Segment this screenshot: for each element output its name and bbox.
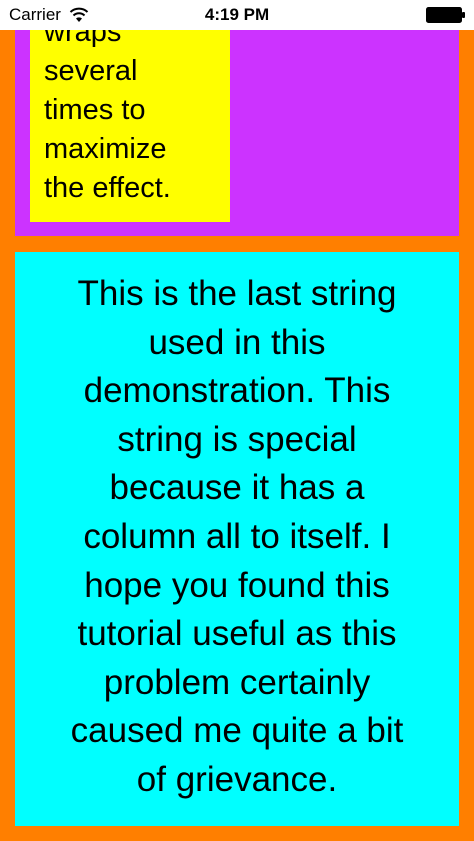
top-cell: wraps several times to maximize the effe… [15,30,459,236]
last-string-text: This is the last string used in this dem… [70,274,404,799]
bottom-cell: This is the last string used in this dem… [15,252,459,826]
status-time: 4:19 PM [204,5,270,24]
battery-icon [426,7,465,23]
status-bar: Carrier 4:19 PM [0,0,474,30]
app-screen: Carrier 4:19 PM wraps several times to m… [0,0,474,841]
wrapping-label-text: wraps several times to maximize the effe… [44,30,171,204]
wrapping-label-box: wraps several times to maximize the effe… [30,30,230,222]
